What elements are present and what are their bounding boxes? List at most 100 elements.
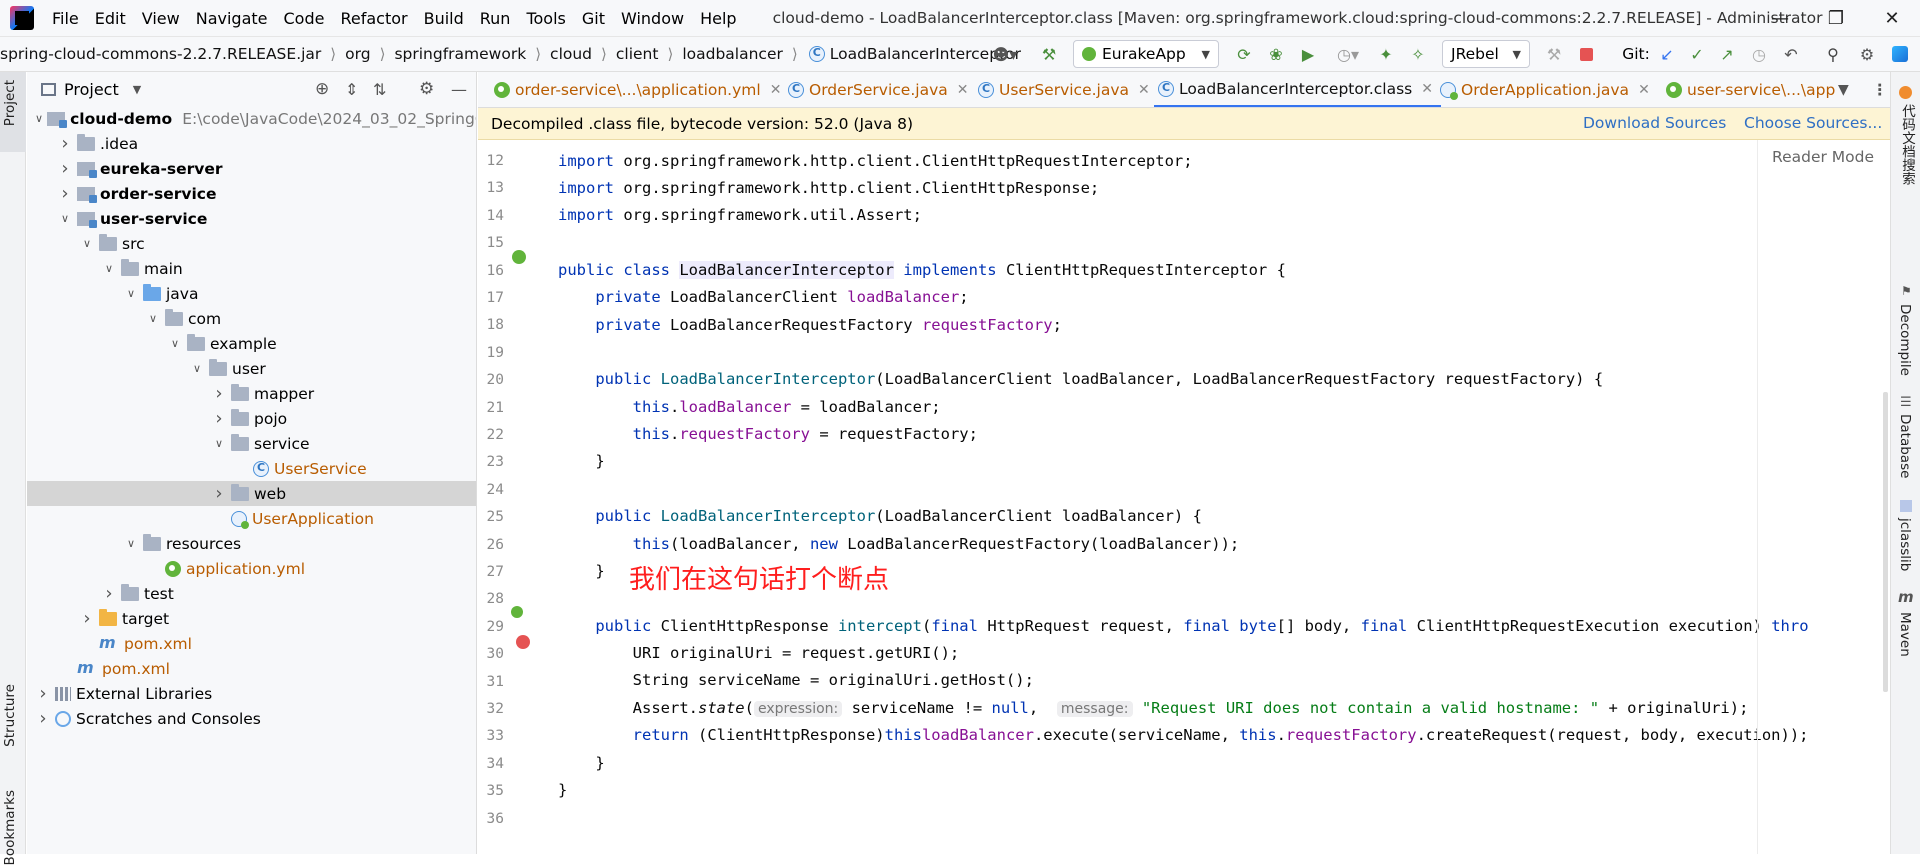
tab-order-service-application-yml[interactable]: order-service\...\application.yml ✕ bbox=[490, 72, 782, 107]
more-options-icon[interactable]: ⋮ bbox=[1872, 72, 1888, 107]
project-panel-title[interactable]: Project bbox=[64, 80, 119, 99]
code-editor[interactable]: import org.springframework.http.client.C… bbox=[552, 140, 1892, 854]
search-icon[interactable]: ⚲ bbox=[1822, 42, 1844, 66]
tree-node[interactable]: ∨ user bbox=[27, 356, 476, 381]
tree-node[interactable]: › External Libraries bbox=[27, 681, 476, 706]
tabs-overflow-icon[interactable]: ▼ bbox=[1838, 72, 1849, 107]
restore-icon[interactable]: ❐ bbox=[1808, 0, 1864, 36]
tree-node[interactable]: ∨ user-service bbox=[27, 206, 476, 231]
stop-icon[interactable] bbox=[1574, 42, 1598, 66]
decompile-tool-tab[interactable]: Decompile bbox=[1897, 304, 1913, 376]
tree-node[interactable]: m pom.xml bbox=[27, 631, 476, 656]
jclasslib-tool-tab[interactable]: jclasslib bbox=[1897, 518, 1913, 571]
close-icon[interactable]: ✕ bbox=[1638, 82, 1650, 98]
reader-mode-toggle[interactable]: Reader Mode bbox=[1772, 148, 1874, 166]
database-tool-tab[interactable]: Database bbox=[1897, 414, 1913, 478]
jrebel-debug-icon[interactable]: ✧ bbox=[1406, 42, 1430, 66]
chevron-down-icon[interactable]: ∨ bbox=[145, 312, 161, 325]
chevron-right-icon[interactable]: › bbox=[57, 158, 73, 179]
close-icon[interactable]: ✕ bbox=[1421, 81, 1433, 97]
chevron-down-icon[interactable]: ∨ bbox=[167, 337, 183, 350]
menu-tools[interactable]: Tools bbox=[526, 9, 565, 28]
override-gutter-icon[interactable] bbox=[511, 606, 523, 618]
breadcrumb-org[interactable]: org bbox=[345, 45, 370, 63]
tree-node[interactable]: ∨ resources bbox=[27, 531, 476, 556]
tree-node[interactable]: ∨ cloud-demo E:\code\JavaCode\2024_03_02_S… bbox=[27, 106, 476, 131]
project-tool-tab[interactable]: Project bbox=[2, 80, 18, 126]
tree-node[interactable]: UserApplication bbox=[27, 506, 476, 531]
tree-node[interactable]: ∨ main bbox=[27, 256, 476, 281]
tab-userservice-java[interactable]: UserService.java ✕ bbox=[974, 72, 1150, 107]
maven-tool-tab[interactable]: Maven bbox=[1897, 612, 1913, 657]
git-update-icon[interactable]: ↙ bbox=[1656, 42, 1678, 66]
tree-node[interactable]: ∨ com bbox=[27, 306, 476, 331]
chevron-down-icon[interactable]: ▼ bbox=[133, 83, 141, 96]
jrebel-select[interactable]: JRebel ▼ bbox=[1442, 40, 1530, 68]
menu-edit[interactable]: Edit bbox=[95, 9, 126, 28]
gear-icon[interactable]: ⚙ bbox=[419, 79, 434, 99]
tab-user-service-application-yml[interactable]: user-service\...\app bbox=[1662, 72, 1835, 107]
gear-icon[interactable]: ⚙ bbox=[1856, 42, 1878, 66]
chevron-down-icon[interactable]: ∨ bbox=[57, 212, 73, 225]
menu-git[interactable]: Git bbox=[582, 9, 605, 28]
chevron-right-icon[interactable]: › bbox=[35, 708, 51, 729]
doc-search-tool-tab[interactable]: 代码文档搜索 bbox=[1897, 104, 1917, 185]
breakpoint-icon[interactable] bbox=[516, 635, 530, 649]
chevron-right-icon[interactable]: › bbox=[101, 583, 117, 604]
tree-node[interactable]: › web bbox=[27, 481, 476, 506]
chevron-down-icon[interactable]: ∨ bbox=[123, 537, 139, 550]
menu-navigate[interactable]: Navigate bbox=[196, 9, 268, 28]
structure-tool-tab[interactable]: Structure bbox=[2, 684, 18, 747]
chevron-right-icon[interactable]: › bbox=[211, 383, 227, 404]
breadcrumb-cloud[interactable]: cloud bbox=[550, 45, 592, 63]
profiler-icon[interactable]: ◷▾ bbox=[1328, 42, 1368, 66]
tree-node[interactable]: › .idea bbox=[27, 131, 476, 156]
tab-loadbalancerinterceptor-class[interactable]: LoadBalancerInterceptor.class ✕ bbox=[1154, 72, 1441, 107]
tree-node[interactable]: › mapper bbox=[27, 381, 476, 406]
chevron-right-icon[interactable]: › bbox=[79, 608, 95, 629]
minimize-icon[interactable]: — bbox=[1752, 0, 1808, 36]
coverage-icon[interactable]: ▶ bbox=[1296, 42, 1320, 66]
run-config-select[interactable]: EurakeApp ▼ bbox=[1073, 40, 1219, 68]
tree-node[interactable]: › test bbox=[27, 581, 476, 606]
tree-node[interactable]: UserService bbox=[27, 456, 476, 481]
chevron-down-icon[interactable]: ∨ bbox=[101, 262, 117, 275]
git-commit-icon[interactable]: ✓ bbox=[1686, 42, 1708, 66]
menu-file[interactable]: File bbox=[52, 9, 79, 28]
download-sources-link[interactable]: Download Sources bbox=[1583, 114, 1726, 132]
breadcrumb-jar[interactable]: spring-cloud-commons-2.2.7.RELEASE.jar bbox=[0, 45, 321, 63]
editor-scrollbar[interactable] bbox=[1883, 392, 1888, 692]
chevron-down-icon[interactable]: ∨ bbox=[123, 287, 139, 300]
menu-window[interactable]: Window bbox=[621, 9, 684, 28]
hide-panel-icon[interactable]: — bbox=[451, 80, 467, 99]
breadcrumb-loadbalancer[interactable]: loadbalancer bbox=[682, 45, 783, 63]
tree-node[interactable]: › order-service bbox=[27, 181, 476, 206]
chevron-right-icon[interactable]: › bbox=[211, 483, 227, 504]
locate-icon[interactable]: ⊕ bbox=[315, 79, 329, 99]
spring-bean-gutter-icon[interactable] bbox=[512, 250, 526, 264]
close-icon[interactable]: ✕ bbox=[1138, 82, 1150, 98]
menu-view[interactable]: View bbox=[142, 9, 180, 28]
git-push-icon[interactable]: ↗ bbox=[1716, 42, 1738, 66]
choose-sources-link[interactable]: Choose Sources... bbox=[1744, 114, 1882, 132]
user-icon[interactable]: ☻▾ bbox=[988, 42, 1022, 66]
menu-code[interactable]: Code bbox=[284, 9, 325, 28]
chevron-right-icon[interactable]: › bbox=[57, 133, 73, 154]
tree-node[interactable]: › eureka-server bbox=[27, 156, 476, 181]
chevron-down-icon[interactable]: ∨ bbox=[189, 362, 205, 375]
close-window-icon[interactable]: ✕ bbox=[1864, 0, 1920, 36]
tree-node[interactable]: › Scratches and Consoles bbox=[27, 706, 476, 731]
tree-node[interactable]: › target bbox=[27, 606, 476, 631]
close-icon[interactable]: ✕ bbox=[957, 82, 969, 98]
tab-orderapplication-java[interactable]: OrderApplication.java ✕ bbox=[1436, 72, 1650, 107]
close-icon[interactable]: ✕ bbox=[770, 82, 782, 98]
expand-all-icon[interactable]: ⇕ bbox=[345, 80, 358, 99]
tree-node[interactable]: ∨ java bbox=[27, 281, 476, 306]
collapse-all-icon[interactable]: ⇅ bbox=[373, 80, 386, 99]
tree-node[interactable]: ∨ example bbox=[27, 331, 476, 356]
menu-run[interactable]: Run bbox=[480, 9, 511, 28]
tree-node[interactable]: ∨ src bbox=[27, 231, 476, 256]
hammer-disabled-icon[interactable]: ⚒ bbox=[1542, 42, 1566, 66]
build-hammer-icon[interactable]: ⚒ bbox=[1036, 42, 1062, 66]
history-icon[interactable]: ◷ bbox=[1748, 42, 1770, 66]
